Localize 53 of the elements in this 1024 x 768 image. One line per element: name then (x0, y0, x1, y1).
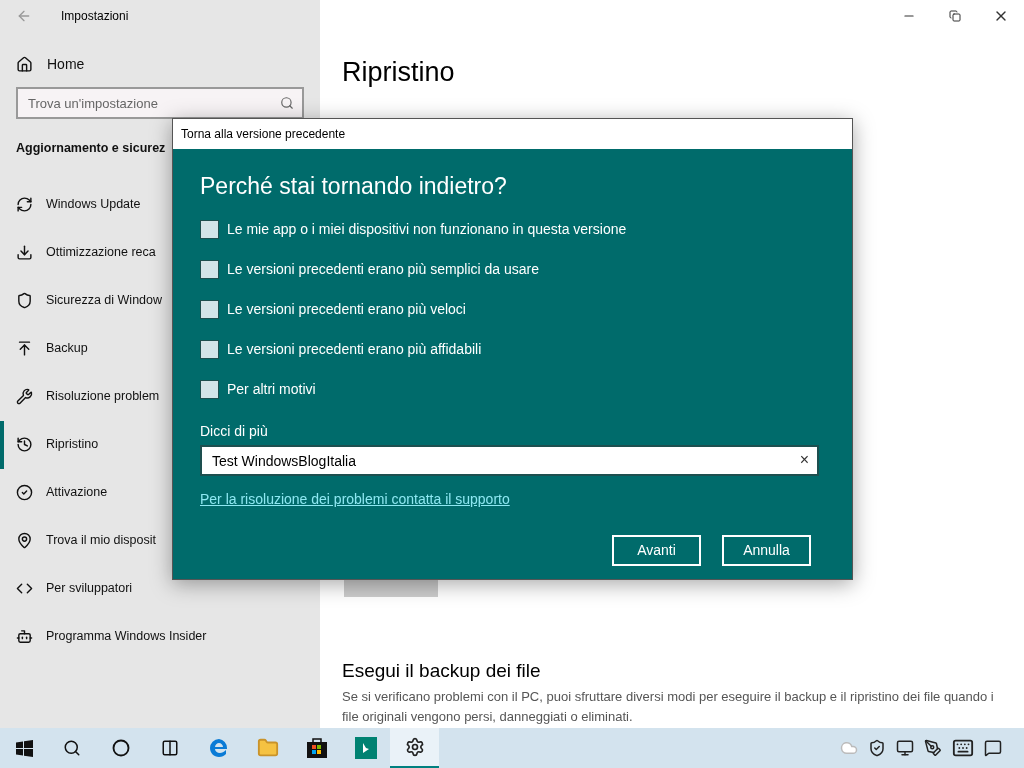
browser-icon (207, 737, 230, 759)
next-button[interactable]: Avanti (612, 535, 701, 566)
home-icon (16, 55, 33, 73)
checkbox[interactable] (200, 339, 219, 359)
search-icon (280, 96, 294, 110)
sidebar-item[interactable]: Programma Windows Insider (0, 612, 320, 661)
window-title: Impostazioni (61, 8, 129, 25)
upload-icon (16, 340, 33, 358)
section-description: Se si verificano problemi con il PC, puoi sfruttare diversi modi per eseguire il backup e il ripristino dei file quando i file originali vengono persi, danneggiati o eliminati. (342, 688, 995, 726)
search-field[interactable]: Trova un'impostazione (16, 87, 304, 119)
checkbox[interactable] (200, 259, 219, 279)
check-circle-icon (16, 484, 33, 502)
shield-icon[interactable] (868, 739, 886, 757)
notifications-icon[interactable] (984, 739, 1002, 757)
section-heading: Aggiornamento e sicurez (16, 140, 167, 157)
checkbox[interactable] (200, 219, 219, 239)
cancel-button[interactable]: Annulla (722, 535, 811, 566)
taskbar-button[interactable] (390, 728, 439, 768)
support-link[interactable]: Per la risoluzione dei problemi contatta il supporto (200, 489, 510, 510)
field-label: Dicci di più (200, 422, 269, 441)
pen-icon[interactable] (924, 739, 942, 757)
pin-icon (16, 532, 33, 550)
checkbox-label: Le versioni precedenti erano più affidabili (227, 339, 482, 359)
folder-icon (256, 737, 279, 759)
shield-icon (16, 292, 33, 310)
circle-icon (111, 739, 130, 757)
app-icon (354, 737, 377, 759)
download-icon (16, 244, 33, 262)
wrench-icon (16, 388, 33, 406)
restore-icon (949, 10, 961, 22)
dialog-heading: Perché stai tornando indietro? (200, 172, 508, 201)
sidebar-item[interactable]: Per sviluppatori (0, 564, 320, 613)
section-heading: Esegui il backup dei file (342, 659, 542, 683)
checkbox[interactable] (200, 299, 219, 319)
task-view-icon (160, 739, 179, 757)
clear-button[interactable]: × (799, 452, 809, 468)
checkbox[interactable] (200, 379, 219, 399)
keyboard-icon[interactable] (952, 737, 974, 759)
settings-icon (404, 737, 425, 757)
dialog-title: Torna alla versione precedente (181, 126, 346, 143)
checkbox-label: Le versioni precedenti erano più semplici da usare (227, 259, 540, 279)
sidebar-item[interactable]: Trova il mio disposit (0, 516, 320, 565)
checkbox-label: Le versioni precedenti erano più veloci (227, 299, 466, 319)
store-icon (305, 737, 328, 759)
search-icon (62, 739, 81, 757)
start-icon[interactable] (16, 739, 33, 757)
page-title: Ripristino (342, 56, 456, 89)
sync-icon (16, 196, 33, 214)
checkbox-label: Le mie app o i miei dispositivi non funzionano in questa versione (227, 219, 627, 239)
home-link[interactable]: Home (47, 53, 85, 75)
robot-icon (16, 628, 33, 646)
checkbox-label: Per altri motivi (227, 379, 316, 399)
history-icon (16, 436, 33, 454)
